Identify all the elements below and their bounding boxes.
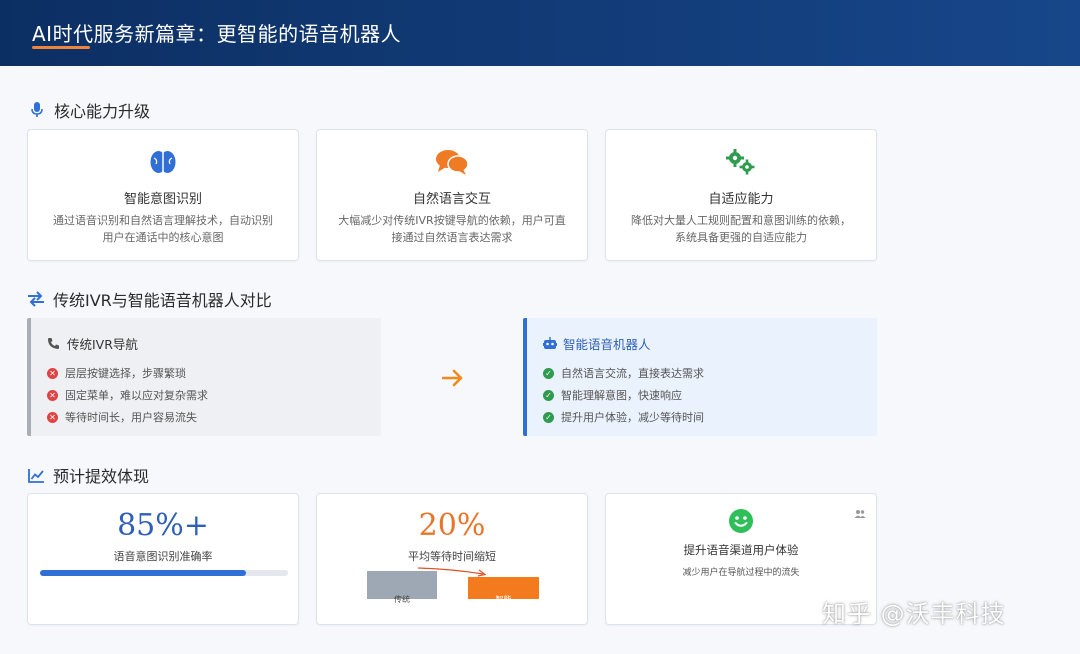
list-item: ✕ 等待时间长，用户容易流失 [47, 406, 208, 428]
capability-title: 自然语言交互 [412, 192, 491, 207]
list-item: ✕ 层层按键选择，步骤繁琐 [47, 362, 208, 384]
capability-title: 智能意图识别 [123, 192, 202, 207]
capability-desc: 降低对大量人工规则配置和意图训练的依赖， 系统具备更强的自适应能力 [631, 214, 851, 244]
section-title-text: 预计提效体现 [53, 467, 150, 486]
list-item: ✓ 智能理解意图，快速响应 [543, 384, 704, 406]
section-title-metrics: 预计提效体现 [27, 463, 149, 487]
section-title-text: 传统IVR与智能语音机器人对比 [53, 291, 272, 310]
smile-icon [606, 508, 876, 534]
page-title: AI时代服务新篇章：更智能的语音机器人 [32, 22, 402, 46]
page-header: AI时代服务新篇章：更智能的语音机器人 [0, 0, 1080, 66]
metric-card-wait-time: 20% 平均等待时间缩短 传统 智能 [316, 493, 588, 625]
chat-bubbles-icon [317, 148, 587, 176]
traditional-ivr-title: 传统IVR导航 [67, 337, 138, 352]
check-icon: ✓ [543, 411, 554, 423]
capability-title: 自适应能力 [708, 192, 774, 207]
microphone-icon [28, 101, 46, 119]
traditional-ivr-header: 传统IVR导航 [47, 334, 138, 353]
bar-traditional-label: 传统 [394, 595, 410, 604]
gears-icon [606, 148, 876, 176]
list-item: ✓ 提升用户体验，减少等待时间 [543, 406, 704, 428]
capability-desc: 通过语音识别和自然语言理解技术，自动识别 用户在通话中的核心意图 [53, 214, 273, 244]
check-icon: ✓ [543, 389, 554, 401]
bar-smart-label: 智能 [495, 595, 512, 604]
exchange-arrows-icon [27, 290, 45, 308]
traditional-ivr-panel: 传统IVR导航 ✕ 层层按键选择，步骤繁琐 ✕ 固定菜单，难以应对复杂需求 ✕ 等待时… [27, 318, 381, 436]
trend-arrow-icon [417, 567, 487, 577]
arrow-right-icon [441, 368, 464, 392]
cross-icon: ✕ [47, 389, 58, 401]
smart-robot-list: ✓ 自然语言交流，直接表达需求 ✓ 智能理解意图，快速响应 ✓ 提升用户体验，减少等待… [543, 362, 704, 428]
brain-icon [28, 148, 298, 176]
smart-robot-header: 智能语音机器人 [543, 334, 651, 353]
metric-title: 提升语音渠道用户体验 [683, 543, 799, 557]
smart-robot-title: 智能语音机器人 [563, 337, 651, 352]
section-title-capabilities: 核心能力升级 [28, 98, 150, 122]
capability-card-intent: 智能意图识别 通过语音识别和自然语言理解技术，自动识别 用户在通话中的核心意图 [27, 129, 299, 261]
phone-icon [47, 337, 61, 351]
progress-track [40, 570, 288, 576]
robot-icon [543, 336, 557, 351]
list-item: ✕ 固定菜单，难以应对复杂需求 [47, 384, 208, 406]
metric-value: 85%+ [117, 508, 209, 543]
capability-card-natural-language: 自然语言交互 大幅减少对传统IVR按键导航的依赖，用户可直 接通过自然语言表达需… [316, 129, 588, 261]
capability-card-adaptive: 自适应能力 降低对大量人工规则配置和意图训练的依赖， 系统具备更强的自适应能力 [605, 129, 877, 261]
metric-label: 语音意图识别准确率 [113, 550, 213, 563]
capability-desc: 大幅减少对传统IVR按键导航的依赖，用户可直 接通过自然语言表达需求 [338, 214, 566, 244]
traditional-ivr-list: ✕ 层层按键选择，步骤繁琐 ✕ 固定菜单，难以应对复杂需求 ✕ 等待时间长，用户容易流… [47, 362, 208, 428]
section-title-text: 核心能力升级 [54, 102, 151, 121]
watermark: 知乎 @沃丰科技 [822, 600, 1006, 628]
title-underline [32, 46, 90, 49]
metric-desc: 减少用户在导航过程中的流失 [682, 568, 800, 578]
smart-robot-panel: 智能语音机器人 ✓ 自然语言交流，直接表达需求 ✓ 智能理解意图，快速响应 ✓ 提升用… [523, 318, 877, 436]
metric-value: 20% [418, 508, 486, 543]
cross-icon: ✕ [47, 411, 58, 423]
metric-label: 平均等待时间缩短 [408, 550, 496, 563]
cross-icon: ✕ [47, 367, 58, 379]
metric-card-accuracy: 85%+ 语音意图识别准确率 [27, 493, 299, 625]
check-icon: ✓ [543, 367, 554, 379]
progress-fill [40, 570, 246, 576]
section-title-comparison: 传统IVR与智能语音机器人对比 [27, 287, 272, 311]
list-item: ✓ 自然语言交流，直接表达需求 [543, 362, 704, 384]
line-chart-icon [27, 466, 45, 484]
